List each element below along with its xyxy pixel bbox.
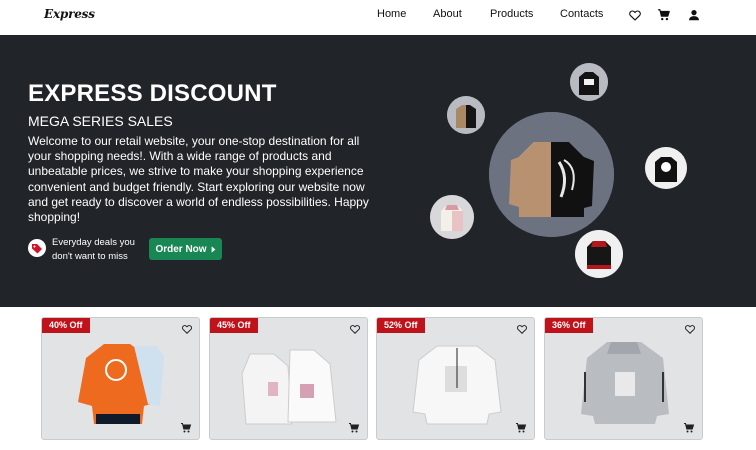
wishlist-heart-icon[interactable] — [684, 322, 696, 334]
wishlist-heart-icon[interactable] — [181, 322, 193, 334]
orange-hoodie-image — [72, 332, 172, 432]
order-now-label: Order Now — [155, 243, 207, 255]
featured-hoodie-image — [489, 112, 614, 237]
discount-badge: 36% Off — [545, 318, 593, 333]
add-to-cart-icon[interactable] — [348, 421, 360, 433]
add-to-cart-icon[interactable] — [515, 421, 527, 433]
black-print-hoodie-thumbnail — [645, 147, 687, 189]
heart-icon[interactable] — [628, 8, 642, 22]
deal-text: Everyday deals you don't want to miss — [52, 237, 135, 262]
discount-badge: 45% Off — [210, 318, 258, 333]
red-black-hoodie-thumbnail — [575, 230, 623, 278]
cart-icon[interactable] — [657, 8, 671, 22]
grey-hoodie-image — [575, 332, 675, 432]
nav-about-link[interactable]: About — [433, 8, 462, 20]
nav-products-link[interactable]: Products — [490, 8, 533, 20]
product-card[interactable]: 40% Off — [41, 317, 200, 440]
discount-badge: 40% Off — [42, 318, 90, 333]
add-to-cart-icon[interactable] — [683, 421, 695, 433]
caret-right-icon — [211, 245, 215, 253]
white-hoodie-pair-image — [240, 332, 340, 432]
product-card[interactable]: 36% Off — [544, 317, 703, 440]
product-card[interactable]: 52% Off — [376, 317, 535, 440]
tag-icon — [28, 239, 46, 257]
black-hoodie-thumbnail — [570, 63, 608, 101]
brand-logo[interactable]: Express — [44, 7, 95, 21]
nav-home-link[interactable]: Home — [377, 8, 406, 20]
wishlist-heart-icon[interactable] — [349, 322, 361, 334]
user-icon[interactable] — [687, 8, 701, 22]
wishlist-heart-icon[interactable] — [516, 322, 528, 334]
product-card[interactable]: 45% Off — [209, 317, 368, 440]
beige-hoodie-thumbnail — [447, 96, 485, 134]
pink-hoodie-thumbnail — [430, 195, 474, 239]
white-sweatshirt-image — [407, 332, 507, 432]
navbar: Express Home About Products Contacts — [0, 0, 756, 35]
add-to-cart-icon[interactable] — [180, 421, 192, 433]
order-now-button[interactable]: Order Now — [149, 238, 222, 260]
nav-contacts-link[interactable]: Contacts — [560, 8, 603, 20]
hero-banner: EXPRESS DISCOUNT MEGA SERIES SALES Welco… — [0, 35, 756, 307]
hero-subtitle: MEGA SERIES SALES — [28, 113, 173, 129]
hero-title: EXPRESS DISCOUNT — [28, 80, 277, 107]
discount-badge: 52% Off — [377, 318, 425, 333]
hero-description: Welcome to our retail website, your one-… — [28, 134, 369, 225]
